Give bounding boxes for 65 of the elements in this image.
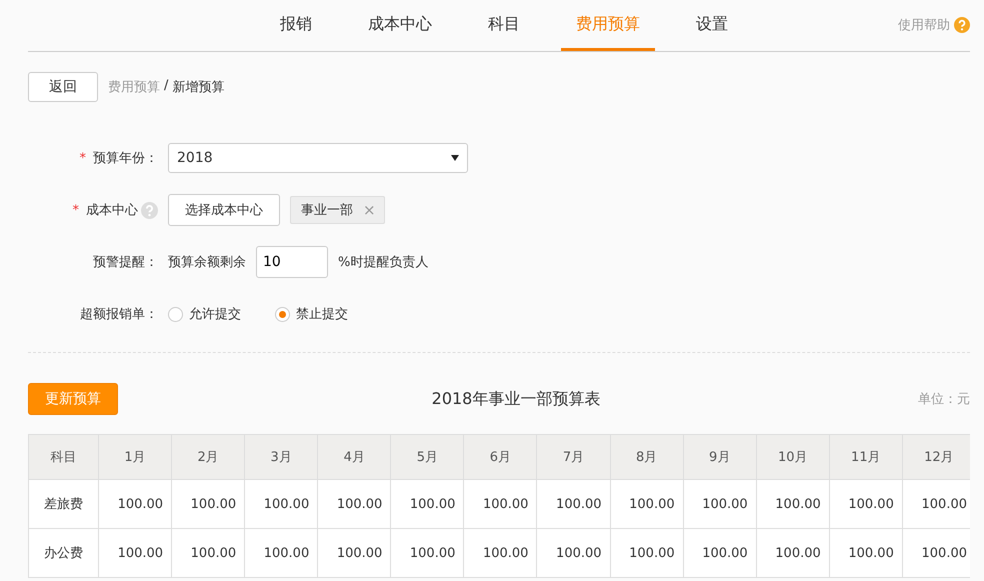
table-cell: 差旅费 xyxy=(28,480,98,528)
table-cell: 100.00 xyxy=(756,480,830,528)
table-cell: 100.00 xyxy=(829,480,902,528)
table-cell: 100.00 xyxy=(390,528,464,578)
threshold-input[interactable]: 10 xyxy=(256,246,328,278)
breadcrumb-current: 新增预算 xyxy=(172,79,224,96)
table-cell: 100.00 xyxy=(610,528,684,578)
table-cell: 100.00 xyxy=(610,480,684,528)
help-icon[interactable] xyxy=(954,17,970,33)
threshold-suffix: %时提醒负责人 xyxy=(338,254,428,271)
table-cell: 100.00 xyxy=(390,480,464,528)
table-cell: 100.00 xyxy=(318,528,391,578)
column-header: 1月 xyxy=(98,434,172,480)
table-cell: 100.00 xyxy=(829,528,902,578)
radio-button[interactable] xyxy=(275,306,290,322)
table-cell: 100.00 xyxy=(536,480,610,528)
table-title: 2018年事业一部预算表 xyxy=(432,388,600,410)
column-header: 4月 xyxy=(318,434,391,480)
table-cell: 办公费 xyxy=(28,528,98,578)
breadcrumb-separator: / xyxy=(164,78,168,95)
column-header: 5月 xyxy=(390,434,464,480)
radio-label: 禁止提交 xyxy=(296,306,348,323)
table-cell: 100.00 xyxy=(98,528,172,578)
table-cell: 100.00 xyxy=(683,480,756,528)
column-header: 7月 xyxy=(536,434,610,480)
table-cell: 100.00 xyxy=(244,528,318,578)
column-header: 9月 xyxy=(683,434,756,480)
nav-tab[interactable]: 设置 xyxy=(681,0,743,51)
select-cost-center-button[interactable]: 选择成本中心 xyxy=(168,194,280,226)
field-label: 超额报销单： xyxy=(80,306,158,323)
column-header: 6月 xyxy=(464,434,537,480)
nav-tab[interactable]: 成本中心 xyxy=(353,0,447,51)
unit-label: 单位：元 xyxy=(918,391,970,408)
column-header: 科目 xyxy=(28,434,98,480)
required-mark: * xyxy=(80,150,86,166)
year-select[interactable]: 2018 xyxy=(168,143,468,173)
help-icon[interactable] xyxy=(141,202,158,218)
table-cell: 100.00 xyxy=(464,528,537,578)
tag-label: 事业一部 xyxy=(301,202,353,219)
caret-icon xyxy=(451,155,459,161)
back-button[interactable]: 返回 xyxy=(28,72,98,102)
table-cell: 100.00 xyxy=(464,480,537,528)
table-cell: 100.00 xyxy=(244,480,318,528)
field-label: 预算年份： xyxy=(93,150,158,167)
nav-tab[interactable]: 科目 xyxy=(473,0,535,51)
column-header: 3月 xyxy=(244,434,318,480)
table-cell: 100.00 xyxy=(683,528,756,578)
nav-tab[interactable]: 报销 xyxy=(265,0,327,51)
column-header: 8月 xyxy=(610,434,684,480)
column-header: 12月 xyxy=(902,434,970,480)
column-header: 10月 xyxy=(756,434,830,480)
required-mark: * xyxy=(72,202,79,218)
column-header: 11月 xyxy=(829,434,902,480)
threshold-prefix: 预算余额剩余 xyxy=(168,254,246,271)
radio-button[interactable] xyxy=(168,306,183,322)
field-label: 成本中心 xyxy=(86,202,138,219)
table-cell: 100.00 xyxy=(318,480,391,528)
table-cell: 100.00 xyxy=(98,480,172,528)
table-cell: 100.00 xyxy=(536,528,610,578)
table-cell: 100.00 xyxy=(756,528,830,578)
field-label: 预警提醒： xyxy=(93,254,158,271)
column-header: 2月 xyxy=(172,434,245,480)
table-cell: 100.00 xyxy=(172,528,245,578)
radio-label: 允许提交 xyxy=(189,306,241,323)
table-cell: 100.00 xyxy=(172,480,245,528)
